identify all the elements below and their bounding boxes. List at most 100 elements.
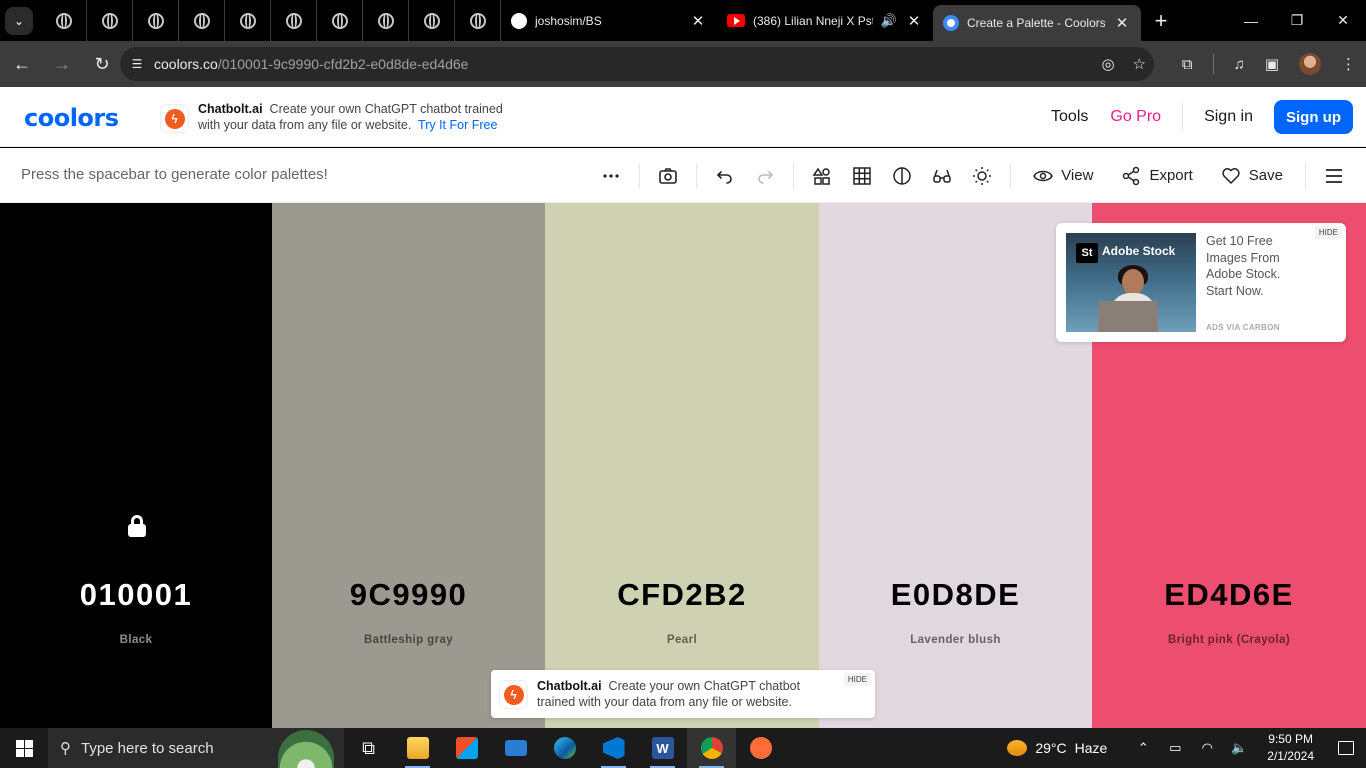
- adobe-stock-logo-icon: St: [1076, 243, 1098, 263]
- glasses-icon[interactable]: [922, 156, 962, 196]
- hide-ad-button[interactable]: HIDE: [1314, 226, 1342, 239]
- undo-icon[interactable]: [705, 156, 745, 196]
- extensions-icon[interactable]: ⧉: [1182, 56, 1193, 73]
- go-pro-link[interactable]: Go Pro: [1099, 108, 1172, 126]
- bookmark-star-icon[interactable]: ☆: [1133, 55, 1146, 73]
- eye-off-icon[interactable]: ◎: [1101, 55, 1114, 73]
- pinned-tab[interactable]: [363, 0, 409, 41]
- more-options-icon[interactable]: [591, 156, 631, 196]
- pinned-tab[interactable]: [87, 0, 133, 41]
- close-icon[interactable]: ✕: [1113, 14, 1131, 32]
- hex-code[interactable]: 010001: [0, 577, 272, 613]
- pinned-tab[interactable]: [225, 0, 271, 41]
- pinned-tab[interactable]: [271, 0, 317, 41]
- vscode-icon[interactable]: [589, 728, 638, 768]
- media-control-icon[interactable]: ♫: [1234, 56, 1245, 73]
- promo-brand: Chatbolt.ai: [537, 679, 602, 693]
- tools-link[interactable]: Tools: [1040, 108, 1099, 126]
- window-controls: — ❐ ✕: [1228, 0, 1366, 41]
- hex-code[interactable]: CFD2B2: [545, 577, 819, 613]
- forward-icon[interactable]: →: [44, 46, 80, 82]
- coolors-logo[interactable]: coolors: [24, 104, 119, 132]
- close-icon[interactable]: ✕: [689, 12, 707, 30]
- speaker-icon[interactable]: 🔊: [881, 13, 897, 29]
- menu-kebab-icon[interactable]: ⋮: [1341, 55, 1356, 73]
- microsoft-store-icon[interactable]: [442, 728, 491, 768]
- file-explorer-icon[interactable]: [393, 728, 442, 768]
- battery-icon[interactable]: ▭: [1159, 740, 1191, 756]
- start-button[interactable]: [0, 728, 48, 768]
- save-button[interactable]: Save: [1207, 156, 1297, 196]
- tab-github[interactable]: joshosim/BS ✕: [501, 0, 717, 41]
- ad-text[interactable]: Get 10 Free Images From Adobe Stock. Sta…: [1206, 233, 1306, 299]
- promo-cta-link[interactable]: Try It For Free: [418, 118, 497, 132]
- sign-in-link[interactable]: Sign in: [1193, 108, 1264, 126]
- bottom-promo[interactable]: ϟ Chatbolt.ai Create your own ChatGPT ch…: [491, 670, 875, 718]
- pinned-tab[interactable]: [179, 0, 225, 41]
- postman-icon[interactable]: [736, 728, 785, 768]
- export-button[interactable]: Export: [1107, 156, 1206, 196]
- minimize-icon[interactable]: —: [1228, 0, 1274, 41]
- weather-temp: 29°C: [1035, 740, 1067, 756]
- close-icon[interactable]: ✕: [905, 12, 923, 30]
- taskbar-search[interactable]: ⚲ Type here to search: [48, 728, 344, 768]
- hide-promo-button[interactable]: HIDE: [843, 673, 871, 686]
- show-hidden-icons-icon[interactable]: ⌃: [1127, 740, 1159, 756]
- notification-icon[interactable]: [1326, 741, 1366, 755]
- sign-up-button[interactable]: Sign up: [1274, 100, 1353, 134]
- pinned-tab[interactable]: [409, 0, 455, 41]
- back-icon[interactable]: ←: [4, 46, 40, 82]
- clock-time: 9:50 PM: [1268, 732, 1313, 746]
- shapes-icon[interactable]: [802, 156, 842, 196]
- grid-icon[interactable]: [842, 156, 882, 196]
- weather-widget[interactable]: 29°C Haze: [1007, 740, 1127, 756]
- hex-code[interactable]: 9C9990: [272, 577, 545, 613]
- clock[interactable]: 9:50 PM 2/1/2024: [1255, 731, 1326, 765]
- edge-icon[interactable]: [540, 728, 589, 768]
- color-swatch[interactable]: 9C9990 Battleship gray: [272, 203, 545, 728]
- brightness-icon[interactable]: [962, 156, 1002, 196]
- mail-icon[interactable]: [491, 728, 540, 768]
- side-panel-icon[interactable]: ▣: [1265, 55, 1279, 73]
- spacebar-hint: Press the spacebar to generate color pal…: [21, 166, 328, 183]
- window-close-icon[interactable]: ✕: [1320, 0, 1366, 41]
- chatbolt-logo-icon[interactable]: ϟ: [160, 104, 189, 133]
- tab-coolors[interactable]: Create a Palette - Coolors ✕: [933, 5, 1141, 41]
- site-info-icon[interactable]: ☰: [120, 57, 154, 71]
- restore-icon[interactable]: ❐: [1274, 0, 1320, 41]
- redo-icon[interactable]: [745, 156, 785, 196]
- tab-search-chevron-icon[interactable]: ⌄: [5, 6, 33, 35]
- hamburger-menu-icon[interactable]: [1314, 156, 1354, 196]
- color-swatch[interactable]: CFD2B2 Pearl: [545, 203, 819, 728]
- task-view-icon[interactable]: ⧉: [344, 728, 393, 768]
- view-button[interactable]: View: [1019, 156, 1107, 196]
- address-bar[interactable]: ☰ coolors.co/010001-9c9990-cfd2b2-e0d8de…: [120, 47, 1154, 81]
- contrast-icon[interactable]: [882, 156, 922, 196]
- divider: [1182, 103, 1184, 131]
- camera-icon[interactable]: [648, 156, 688, 196]
- header-promo[interactable]: Chatbolt.ai Create your own ChatGPT chat…: [198, 101, 528, 133]
- profile-avatar[interactable]: [1299, 53, 1321, 75]
- new-tab-icon[interactable]: +: [1141, 8, 1181, 34]
- pinned-tab[interactable]: [455, 0, 501, 41]
- hex-code[interactable]: E0D8DE: [819, 577, 1092, 613]
- url-text[interactable]: coolors.co/010001-9c9990-cfd2b2-e0d8de-e…: [154, 56, 468, 72]
- chrome-icon[interactable]: [687, 728, 736, 768]
- reload-icon[interactable]: ↻: [84, 46, 120, 82]
- word-icon[interactable]: W: [638, 728, 687, 768]
- pinned-tab[interactable]: [41, 0, 87, 41]
- hex-code[interactable]: ED4D6E: [1092, 577, 1366, 613]
- color-swatch[interactable]: E0D8DE Lavender blush: [819, 203, 1092, 728]
- generator-toolbar: Press the spacebar to generate color pal…: [0, 148, 1366, 203]
- ad-via-carbon[interactable]: ADS VIA CARBON: [1206, 323, 1280, 332]
- volume-icon[interactable]: 🔈: [1223, 740, 1255, 756]
- tab-youtube[interactable]: (386) Lilian Nneji X Pst J 🔊 ✕: [717, 0, 933, 41]
- carbon-ad[interactable]: St Adobe Stock Get 10 Free Images From A…: [1056, 223, 1346, 342]
- lock-icon[interactable]: [127, 515, 147, 537]
- github-icon: [511, 12, 527, 29]
- pinned-tab[interactable]: [317, 0, 363, 41]
- pinned-tab[interactable]: [133, 0, 179, 41]
- ad-image[interactable]: St Adobe Stock: [1066, 233, 1196, 332]
- color-swatch[interactable]: 010001 Black: [0, 203, 272, 728]
- wifi-icon[interactable]: ◠: [1191, 740, 1223, 756]
